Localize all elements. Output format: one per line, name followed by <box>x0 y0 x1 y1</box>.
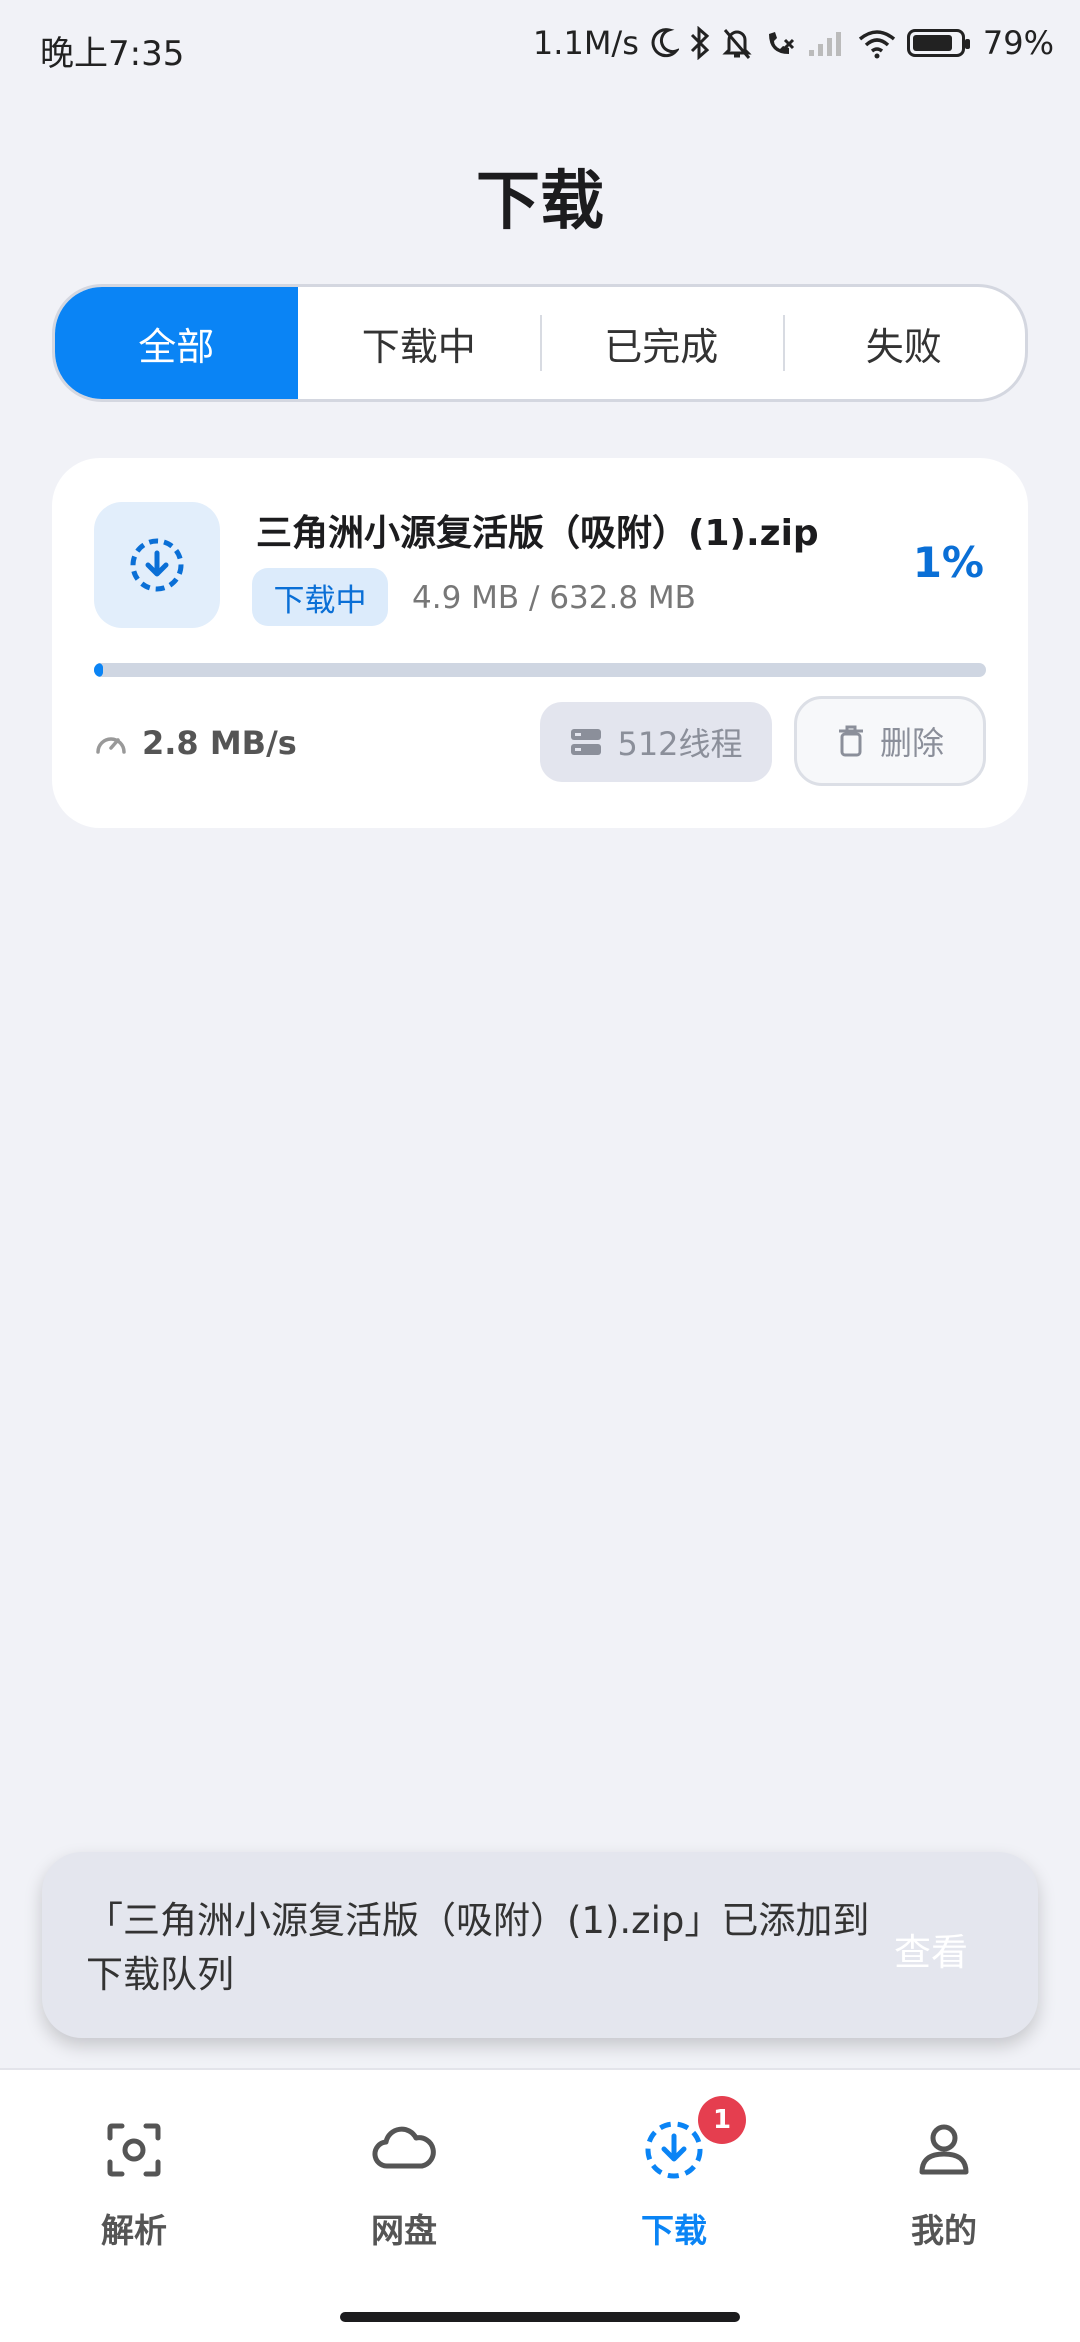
nav-item-profile[interactable]: 我的 <box>854 2118 1034 2252</box>
download-circle-icon <box>130 538 184 592</box>
status-icons: 1.1M/s 79% <box>533 24 1054 62</box>
server-icon <box>571 729 602 755</box>
nav-label-download: 下载 <box>641 2211 707 2250</box>
tab-downloading[interactable]: 下载中 <box>298 287 541 399</box>
download-card[interactable]: 三角洲小源复活版（吸附）(1).zip 下载中 4.9 MB / 632.8 M… <box>52 458 1028 828</box>
bell-off-icon <box>722 29 752 59</box>
nav-item-cloud[interactable]: 网盘 <box>314 2118 494 2252</box>
nav-item-download[interactable]: 1 下载 <box>584 2096 764 2252</box>
file-name: 三角洲小源复活版（吸附）(1).zip <box>256 513 819 554</box>
trash-icon <box>838 725 863 757</box>
speedometer-icon <box>96 737 126 754</box>
battery-percent: 79% <box>982 24 1054 62</box>
page-title: 下载 <box>476 165 604 239</box>
call-forward-icon <box>768 32 794 54</box>
snackbar-message: 「三角洲小源复活版（吸附）(1).zip」已添加到下载队列 <box>86 1899 870 1996</box>
battery-icon <box>906 29 970 57</box>
progress-bar <box>94 663 986 677</box>
file-icon-box <box>94 502 220 628</box>
scan-icon <box>107 2123 161 2177</box>
threads-label: 512线程 <box>617 725 743 763</box>
status-bar: 晚上7:35 1.1M/s 79% <box>0 0 1080 96</box>
nav-label-parse: 解析 <box>101 2211 167 2250</box>
net-speed: 1.1M/s <box>532 24 639 62</box>
download-icon <box>645 2121 703 2179</box>
cloud-icon <box>372 2126 436 2169</box>
moon-icon <box>651 28 679 58</box>
snackbar-view-button[interactable]: 查看 <box>894 1922 968 1976</box>
download-icon-wrap: 1 <box>642 2096 746 2182</box>
threads-button[interactable]: 512线程 <box>540 702 772 782</box>
tab-all[interactable]: 全部 <box>55 287 298 399</box>
bottom-nav: 解析 网盘 1 下载 我的 <box>0 2068 1080 2342</box>
tab-completed[interactable]: 已完成 <box>540 287 783 399</box>
delete-button[interactable]: 删除 <box>794 696 986 786</box>
signal-icon <box>808 32 841 56</box>
file-size: 4.9 MB / 632.8 MB <box>412 580 696 616</box>
snackbar: 「三角洲小源复活版（吸附）(1).zip」已添加到下载队列 查看 <box>42 1852 1038 2038</box>
download-count-badge: 1 <box>698 2096 746 2144</box>
nav-label-profile: 我的 <box>911 2211 977 2250</box>
wifi-icon <box>858 30 895 59</box>
delete-label: 删除 <box>879 724 944 762</box>
nav-item-parse[interactable]: 解析 <box>44 2118 224 2252</box>
bluetooth-icon <box>690 26 710 60</box>
tab-failed[interactable]: 失败 <box>782 287 1026 399</box>
home-indicator[interactable] <box>340 2312 740 2322</box>
filter-tabs: 全部 下载中 已完成 失败 <box>52 284 1028 402</box>
progress-fill <box>94 663 103 677</box>
speed-row: 2.8 MB/s <box>94 724 297 762</box>
nav-label-cloud: 网盘 <box>371 2211 437 2250</box>
progress-percent: 1% <box>912 538 984 587</box>
user-icon <box>919 2124 969 2175</box>
status-badge: 下载中 <box>252 568 388 626</box>
status-time: 晚上7:35 <box>40 34 185 74</box>
download-speed: 2.8 MB/s <box>142 724 297 762</box>
